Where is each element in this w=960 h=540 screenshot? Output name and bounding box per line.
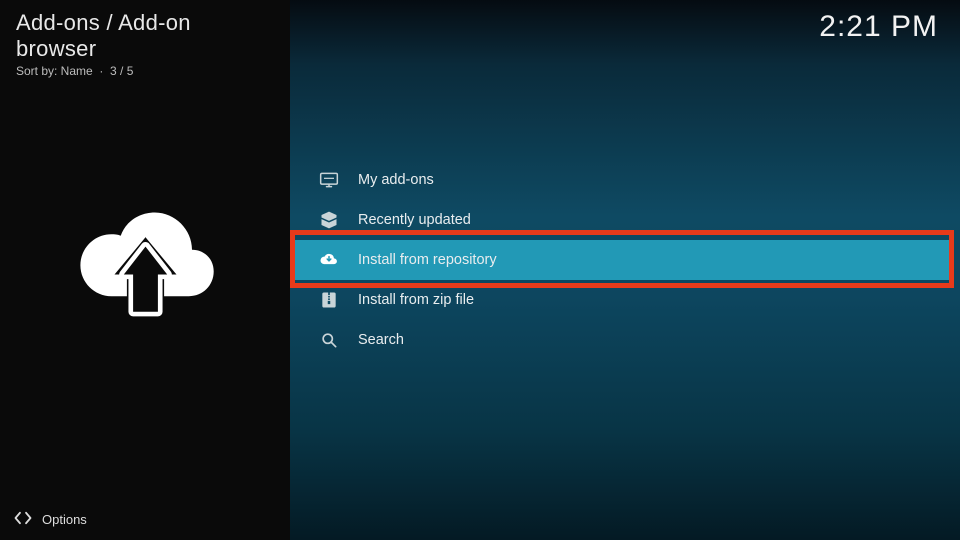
- options-icon: [14, 509, 32, 530]
- options-button[interactable]: Options: [14, 509, 87, 530]
- menu-item-recently-updated[interactable]: Recently updated: [290, 200, 952, 240]
- menu-item-label: Install from repository: [358, 252, 497, 268]
- box-icon: [318, 210, 340, 230]
- sort-sep: ·: [96, 64, 110, 78]
- sort-label: Sort by: Name: [16, 64, 93, 78]
- cloud-download-icon: [68, 194, 223, 329]
- header-subline: Sort by: Name · 3 / 5: [16, 64, 276, 78]
- monitor-icon: [318, 170, 340, 190]
- options-label: Options: [42, 512, 87, 527]
- menu-item-install-from-repository[interactable]: Install from repository: [290, 240, 952, 280]
- cloud-dl-icon: [318, 250, 340, 270]
- header: Add-ons / Add-on browser Sort by: Name ·…: [0, 0, 290, 84]
- menu-item-label: My add-ons: [358, 172, 434, 188]
- list-position: 3 / 5: [110, 64, 133, 78]
- zip-icon: [318, 290, 340, 310]
- addon-menu: My add-ons Recently updated Install from r…: [290, 160, 952, 360]
- menu-item-install-from-zip-file[interactable]: Install from zip file: [290, 280, 952, 320]
- menu-item-my-add-ons[interactable]: My add-ons: [290, 160, 952, 200]
- category-icon-wrap: [0, 84, 290, 540]
- search-icon: [318, 330, 340, 350]
- content-panel: 2:21 PM My add-ons Recently updated Instal…: [290, 0, 960, 540]
- breadcrumb: Add-ons / Add-on browser: [16, 10, 276, 62]
- clock: 2:21 PM: [819, 10, 938, 44]
- menu-item-label: Search: [358, 332, 404, 348]
- menu-item-label: Install from zip file: [358, 292, 474, 308]
- menu-item-label: Recently updated: [358, 212, 471, 228]
- menu-item-search[interactable]: Search: [290, 320, 952, 360]
- left-panel: Add-ons / Add-on browser Sort by: Name ·…: [0, 0, 290, 540]
